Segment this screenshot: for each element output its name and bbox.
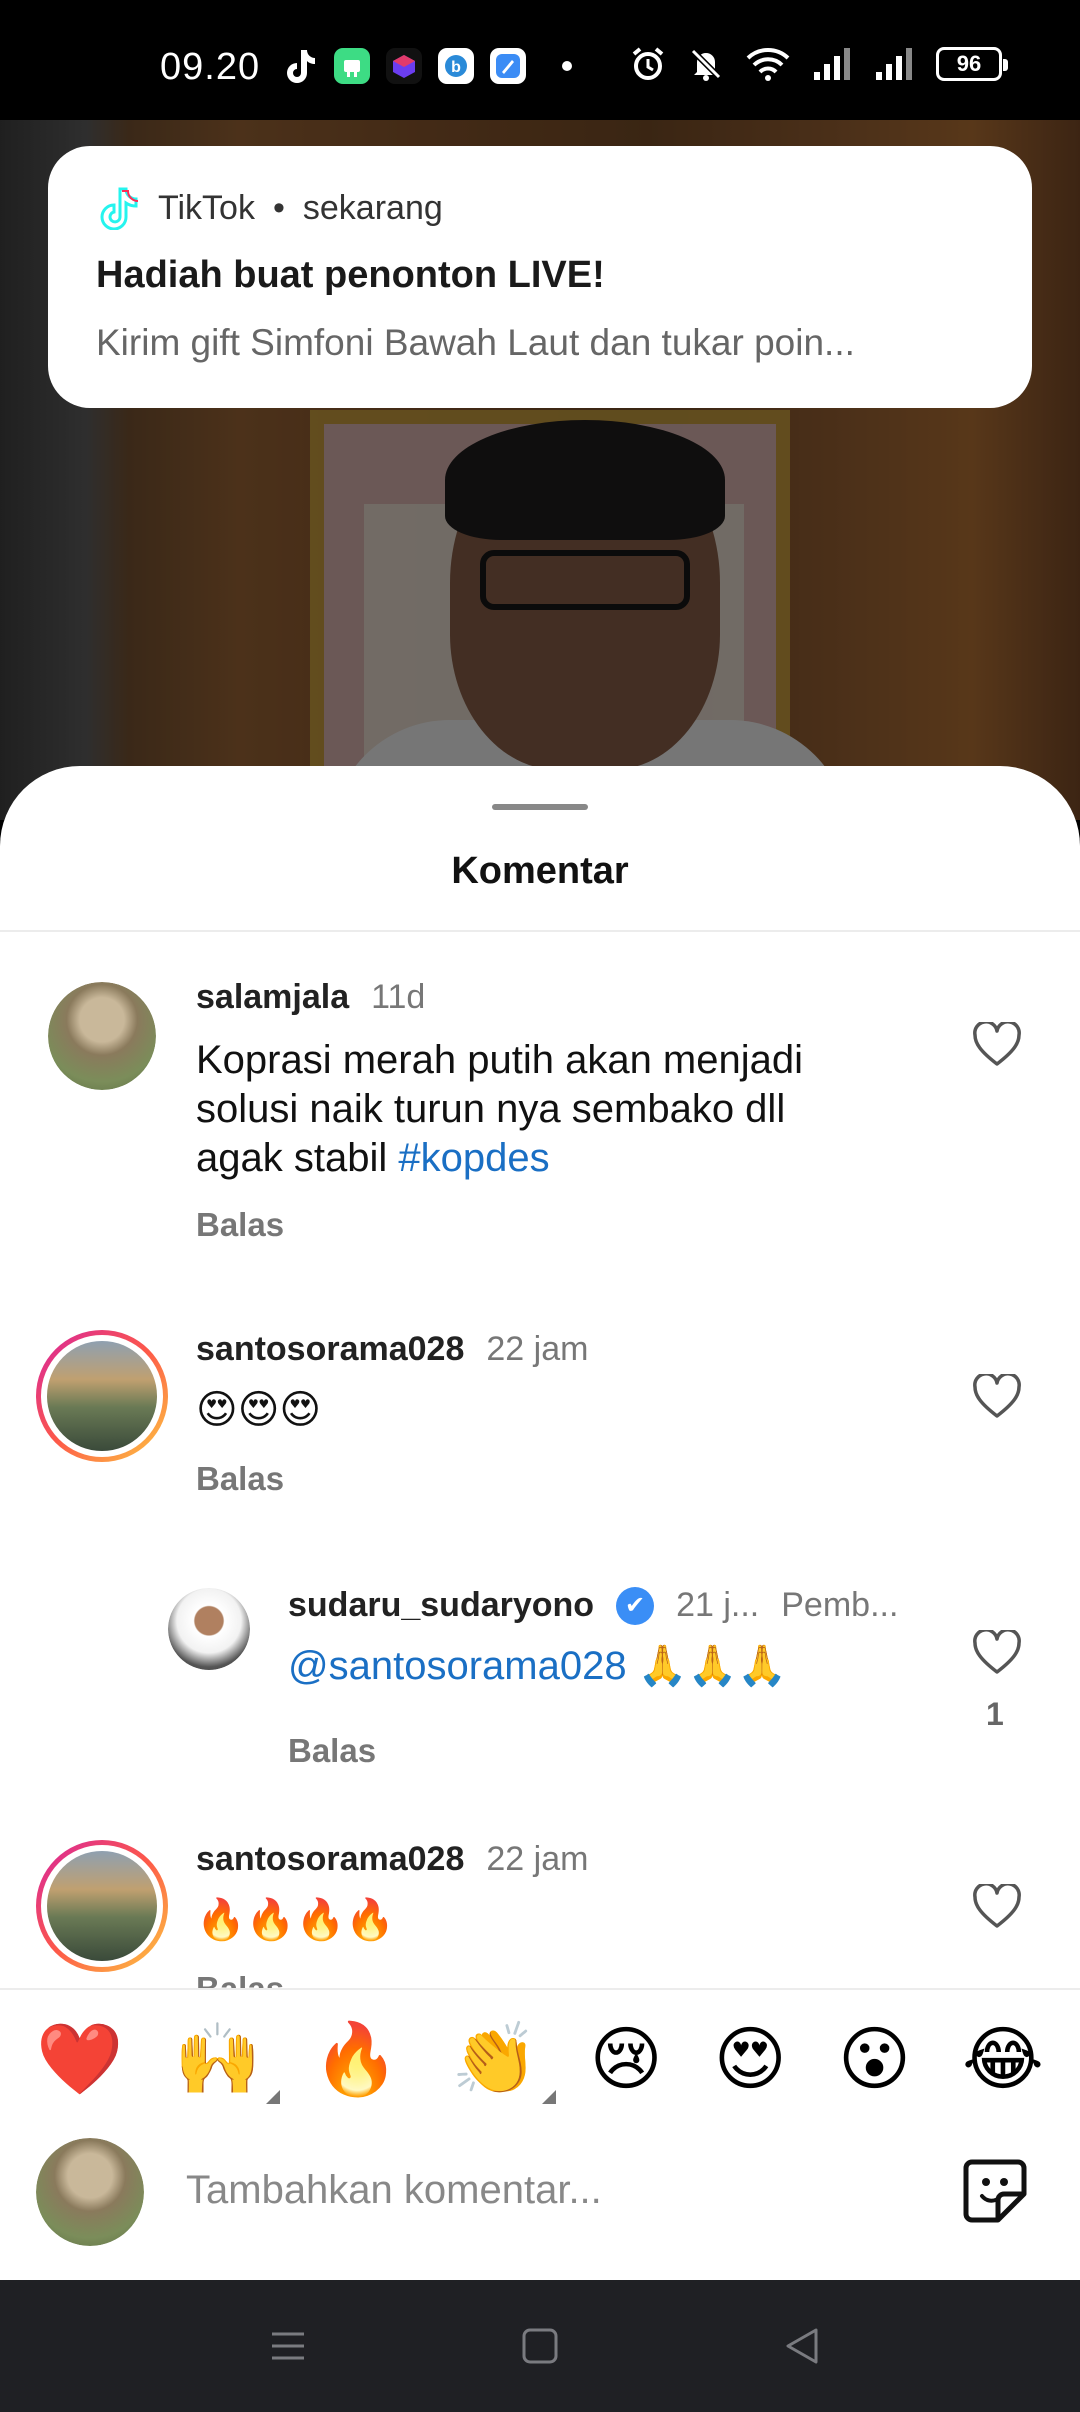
notification-app-name: TikTok (158, 188, 255, 227)
sticker-icon[interactable] (962, 2158, 1028, 2224)
comment-input[interactable]: Tambahkan komentar... (186, 2168, 602, 2213)
story-ring-avatar[interactable] (36, 1840, 168, 1972)
wifi-icon (746, 48, 790, 81)
skin-tone-indicator (542, 2090, 557, 2104)
battery-indicator: 96 (936, 47, 1008, 81)
comment-text: @santosorama028 🙏🙏🙏 (288, 1642, 787, 1691)
app-b-icon: b (438, 48, 474, 84)
story-ring-avatar[interactable] (36, 1330, 168, 1462)
back-icon[interactable] (780, 2324, 824, 2368)
comment-meta: sudaru_sudaryono ✔ 21 j... Pemb... (288, 1586, 898, 1625)
comment-text: 😍😍😍 (196, 1388, 322, 1432)
sheet-drag-handle[interactable] (492, 804, 588, 810)
quick-emoji-bar: ❤️ 🙌 🔥 👏 😢 😍 😮 😂 (0, 1988, 1080, 2128)
comment-username[interactable]: sudaru_sudaryono (288, 1586, 594, 1625)
reply-button[interactable]: Balas (196, 1206, 284, 1244)
creator-label: Pemb... (781, 1586, 899, 1624)
like-count: 1 (986, 1696, 1004, 1732)
hashtag-link[interactable]: #kopdes (398, 1136, 549, 1180)
comment-meta: santosorama028 22 jam (196, 1330, 588, 1369)
own-avatar (36, 2138, 144, 2246)
comment-time: 11d (371, 978, 426, 1016)
emoji-raised-hands[interactable]: 🙌 (174, 2024, 280, 2104)
avatar[interactable] (168, 1588, 250, 1670)
like-heart-icon[interactable] (972, 1022, 1022, 1068)
status-time: 09.20 (160, 46, 261, 88)
status-bar: 09.20 b 96 (0, 0, 1080, 120)
like-heart-icon[interactable] (972, 1884, 1022, 1930)
alarm-icon (632, 47, 664, 80)
comment-meta: salamjala 11d (196, 978, 425, 1017)
emoji-crying[interactable]: 😢 (590, 2024, 663, 2094)
push-notification[interactable]: TikTok • sekarang Hadiah buat penonton L… (48, 146, 1032, 408)
menu-icon[interactable] (266, 2324, 310, 2368)
status-app-icons: b (282, 48, 572, 84)
reply-button[interactable]: Balas (288, 1732, 376, 1770)
emoji-surprised[interactable]: 😮 (838, 2024, 911, 2094)
app-cube-icon (386, 48, 422, 84)
svg-text:b: b (451, 59, 461, 76)
home-icon[interactable] (518, 2324, 562, 2368)
tiktok-icon (282, 48, 318, 84)
emoji-heart[interactable]: ❤️ (36, 2024, 123, 2094)
comment-text: 🔥🔥🔥🔥 (196, 1898, 396, 1942)
more-notifications-dot (562, 61, 572, 71)
emoji-clap[interactable]: 👏 (451, 2024, 557, 2104)
comment-username[interactable]: santosorama028 (196, 1840, 464, 1879)
notification-body: Kirim gift Simfoni Bawah Laut dan tukar … (96, 322, 855, 363)
skin-tone-indicator (265, 2090, 280, 2104)
comment-meta: santosorama028 22 jam (196, 1840, 588, 1879)
comment-body: 🙏🙏🙏 (626, 1644, 788, 1688)
verified-badge-icon: ✔ (616, 1586, 655, 1625)
comment-time: 21 j... (676, 1586, 760, 1624)
comment-input-bar: Tambahkan komentar... (0, 2128, 1080, 2280)
status-system-icons: 96 (630, 46, 1008, 82)
tiktok-logo-icon (96, 186, 140, 230)
like-heart-icon[interactable] (972, 1630, 1022, 1676)
emoji-glyph: 🙌 (174, 2020, 262, 2098)
signal-icon (876, 48, 912, 80)
emoji-laughing[interactable]: 😂 (962, 2024, 1044, 2094)
notification-separator: • (272, 188, 285, 227)
comment-text: Koprasi merah putih akan menjadi solusi … (196, 1036, 876, 1183)
mute-icon (690, 48, 722, 81)
app-blue-icon (490, 48, 526, 84)
mention-link[interactable]: @santosorama028 (288, 1644, 627, 1688)
emoji-glyph: 👏 (451, 2020, 539, 2098)
sheet-title: Komentar (451, 850, 629, 892)
comment-username[interactable]: santosorama028 (196, 1330, 464, 1369)
comment-time: 22 jam (486, 1330, 589, 1368)
android-app-icon (334, 48, 370, 84)
avatar[interactable] (48, 982, 156, 1090)
comment-time: 22 jam (486, 1840, 589, 1878)
system-nav-bar (0, 2280, 1080, 2412)
reply-button[interactable]: Balas (196, 1460, 284, 1498)
notification-title: Hadiah buat penonton LIVE! (96, 254, 605, 296)
emoji-fire[interactable]: 🔥 (313, 2024, 400, 2094)
comment-username[interactable]: salamjala (196, 978, 349, 1017)
like-heart-icon[interactable] (972, 1374, 1022, 1420)
divider (0, 930, 1080, 932)
emoji-heart-eyes[interactable]: 😍 (714, 2024, 787, 2094)
notification-header: TikTok • sekarang (96, 186, 443, 230)
notification-time: sekarang (302, 188, 443, 227)
signal-icon (814, 48, 850, 80)
